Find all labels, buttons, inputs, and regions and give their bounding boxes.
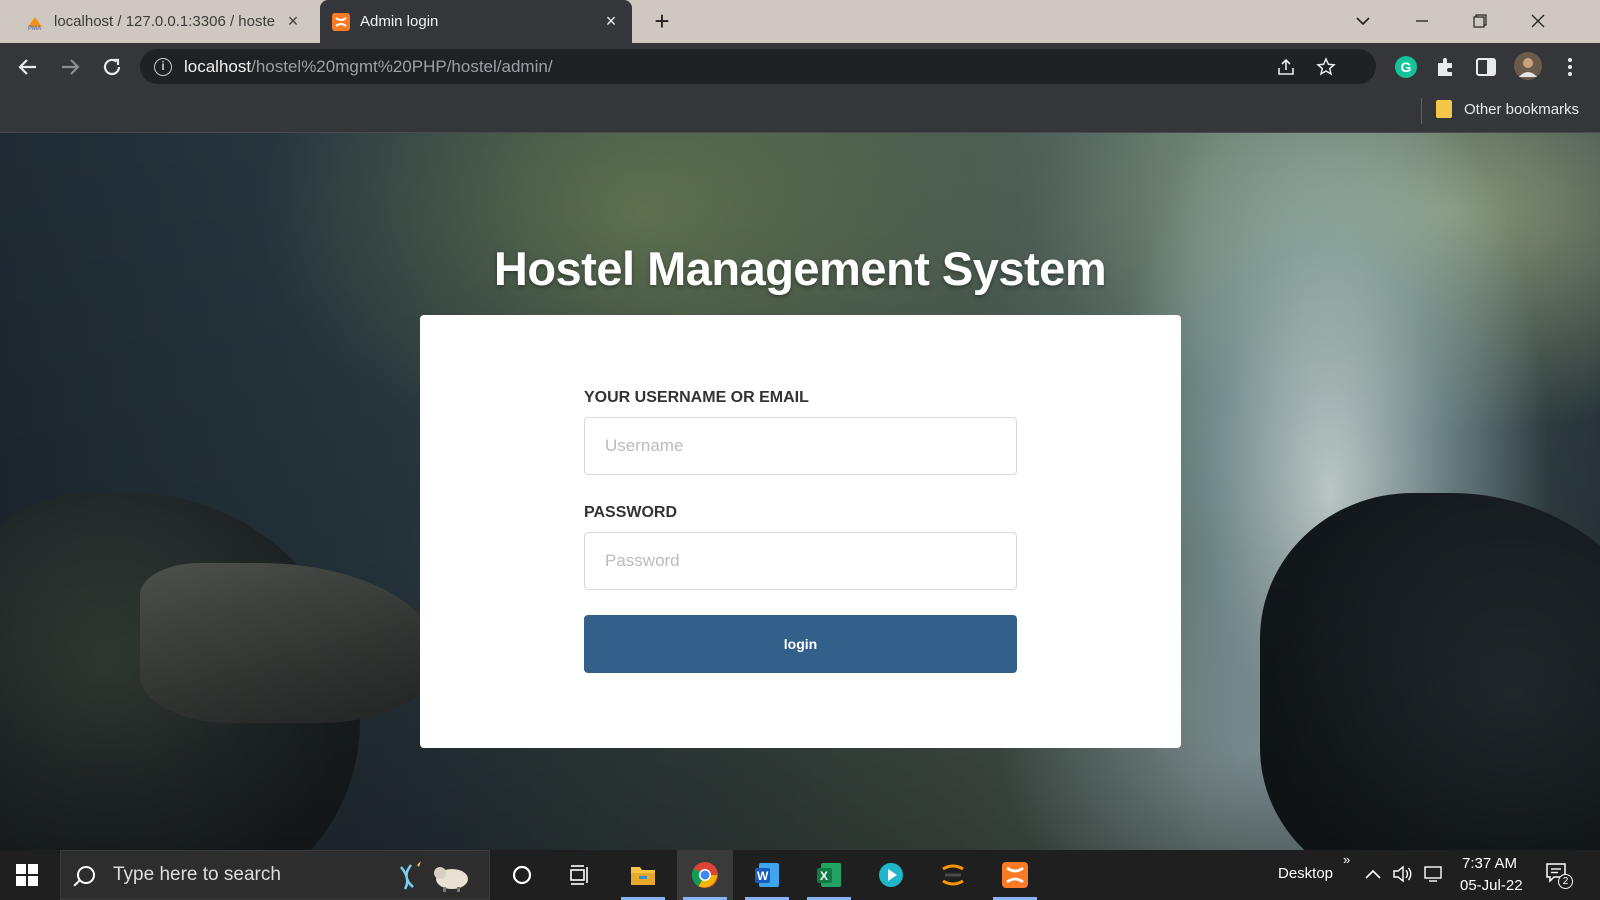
bookmarks-bar: Other bookmarks	[0, 90, 1600, 133]
background-rock-ledge	[140, 563, 440, 723]
minimize-button[interactable]	[1402, 6, 1442, 36]
other-bookmarks-folder[interactable]: Other bookmarks	[1436, 100, 1579, 118]
search-highlight-icon	[397, 859, 477, 898]
bookmarks-separator	[1421, 98, 1422, 124]
xampp-icon[interactable]	[987, 850, 1043, 900]
restore-button[interactable]	[1460, 6, 1500, 36]
background-rock-right	[1260, 493, 1600, 850]
clock-time[interactable]: 7:37 AM	[1462, 855, 1517, 872]
tab-admin-login[interactable]: Admin login ×	[320, 0, 632, 43]
media-player-icon[interactable]	[863, 850, 919, 900]
reload-icon[interactable]	[98, 53, 126, 81]
tray-chevron-up-icon[interactable]	[1364, 866, 1382, 887]
search-placeholder: Type here to search	[113, 864, 281, 885]
xampp-icon	[332, 12, 350, 31]
menu-kebab-icon[interactable]	[1558, 55, 1582, 79]
browser-toolbar: i localhost/hostel%20mgmt%20PHP/hostel/a…	[0, 43, 1600, 90]
background-rock	[0, 493, 360, 850]
network-icon[interactable]	[1422, 864, 1444, 889]
tab-strip: PMA localhost / 127.0.0.1:3306 / hoste ×…	[0, 0, 1600, 43]
cortana-icon[interactable]	[494, 850, 550, 900]
notification-badge: 2	[1558, 874, 1573, 889]
notification-center-icon[interactable]: 2	[1545, 862, 1573, 890]
close-window-button[interactable]	[1518, 6, 1558, 36]
close-icon[interactable]: ×	[602, 11, 620, 31]
close-icon[interactable]: ×	[284, 11, 302, 31]
volume-icon[interactable]	[1392, 864, 1414, 889]
url-path: /hostel%20mgmt%20PHP/hostel/admin/	[251, 56, 553, 76]
bookmark-star-icon[interactable]	[1315, 57, 1337, 79]
tab-phpmyadmin[interactable]: PMA localhost / 127.0.0.1:3306 / hoste ×	[14, 0, 314, 43]
username-input[interactable]	[584, 417, 1017, 475]
page-title: Hostel Management System	[493, 242, 1107, 295]
svg-text:PMA: PMA	[28, 26, 42, 31]
password-input[interactable]	[584, 532, 1017, 590]
page-background: Hostel Management System YOUR USERNAME O…	[0, 133, 1600, 850]
svg-text:W: W	[757, 869, 769, 883]
share-icon[interactable]	[1275, 57, 1297, 79]
file-explorer-icon[interactable]	[615, 850, 671, 900]
windows-taskbar: Type here to search W X Desktop » 7:37 A…	[0, 850, 1600, 900]
tab-title: Admin login	[360, 13, 439, 30]
profile-avatar[interactable]	[1514, 52, 1542, 80]
task-view-icon[interactable]	[552, 850, 608, 900]
password-label: PASSWORD	[584, 504, 678, 521]
extensions-puzzle-icon[interactable]	[1434, 55, 1458, 79]
clock-date[interactable]: 05-Jul-22	[1460, 877, 1523, 894]
desktop-toolbar-label[interactable]: Desktop	[1278, 865, 1333, 882]
grammarly-icon[interactable]: G	[1394, 55, 1418, 79]
site-info-icon[interactable]: i	[154, 57, 172, 76]
windows-start-icon[interactable]	[16, 864, 38, 886]
back-arrow-icon[interactable]	[14, 53, 42, 81]
login-button[interactable]: login	[584, 615, 1017, 673]
word-icon[interactable]: W	[739, 850, 795, 900]
svg-text:G: G	[1401, 59, 1412, 75]
other-bookmarks-label: Other bookmarks	[1464, 100, 1580, 118]
forward-arrow-icon[interactable]	[56, 53, 84, 81]
url-host: localhost	[184, 56, 252, 76]
folder-icon	[1436, 100, 1452, 118]
chrome-icon[interactable]	[677, 850, 733, 900]
sublime-icon[interactable]	[925, 850, 981, 900]
tab-title: localhost / 127.0.0.1:3306 / hoste	[54, 13, 275, 30]
excel-icon[interactable]: X	[801, 850, 857, 900]
phpmyadmin-icon: PMA	[26, 13, 44, 31]
svg-text:X: X	[820, 869, 828, 883]
side-panel-icon[interactable]	[1474, 55, 1498, 79]
address-bar[interactable]: i localhost/hostel%20mgmt%20PHP/hostel/a…	[140, 49, 1376, 84]
new-tab-button[interactable]: +	[648, 8, 676, 36]
username-label: YOUR USERNAME OR EMAIL	[584, 389, 809, 406]
search-icon	[77, 866, 95, 884]
tab-search-chevron-icon[interactable]	[1343, 6, 1383, 36]
toolbar-overflow-icon[interactable]: »	[1343, 852, 1350, 867]
taskbar-search-box[interactable]: Type here to search	[60, 850, 490, 900]
login-card: YOUR USERNAME OR EMAIL PASSWORD login	[420, 315, 1181, 748]
